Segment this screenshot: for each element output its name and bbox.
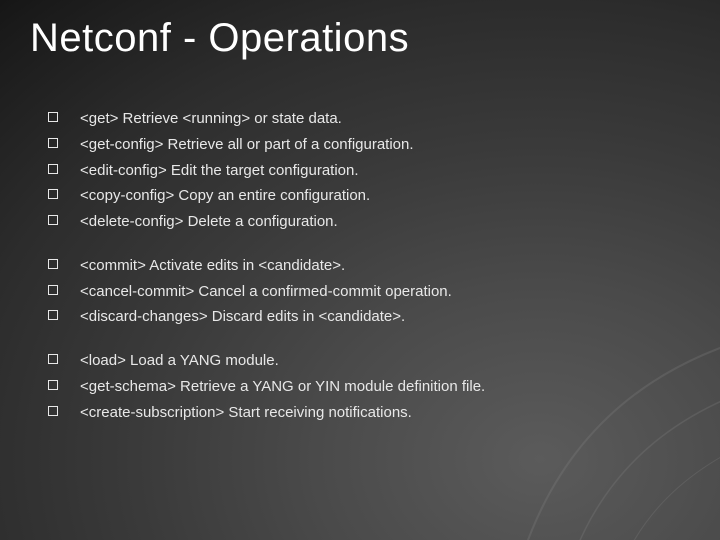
square-bullet-icon — [48, 285, 58, 295]
square-bullet-icon — [48, 215, 58, 225]
list-item: <create-subscription> Start receiving no… — [48, 402, 680, 424]
square-bullet-icon — [48, 138, 58, 148]
content-area: <get> Retrieve <running> or state data. … — [48, 108, 680, 445]
bullet-group: <get> Retrieve <running> or state data. … — [48, 108, 680, 233]
bullet-group: <commit> Activate edits in <candidate>. … — [48, 255, 680, 328]
list-item: <load> Load a YANG module. — [48, 350, 680, 372]
list-item-text: <get-schema> Retrieve a YANG or YIN modu… — [80, 376, 680, 398]
list-item-text: <copy-config> Copy an entire configurati… — [80, 185, 680, 207]
list-item-text: <load> Load a YANG module. — [80, 350, 680, 372]
list-item: <cancel-commit> Cancel a confirmed-commi… — [48, 281, 680, 303]
list-item-text: <get-config> Retrieve all or part of a c… — [80, 134, 680, 156]
square-bullet-icon — [48, 310, 58, 320]
list-item: <edit-config> Edit the target configurat… — [48, 160, 680, 182]
list-item-text: <edit-config> Edit the target configurat… — [80, 160, 680, 182]
page-title: Netconf - Operations — [30, 16, 409, 61]
list-item-text: <commit> Activate edits in <candidate>. — [80, 255, 680, 277]
list-item-text: <get> Retrieve <running> or state data. — [80, 108, 680, 130]
bullet-group: <load> Load a YANG module. <get-schema> … — [48, 350, 680, 423]
list-item-text: <delete-config> Delete a configuration. — [80, 211, 680, 233]
list-item: <delete-config> Delete a configuration. — [48, 211, 680, 233]
list-item: <get-config> Retrieve all or part of a c… — [48, 134, 680, 156]
list-item: <copy-config> Copy an entire configurati… — [48, 185, 680, 207]
list-item: <commit> Activate edits in <candidate>. — [48, 255, 680, 277]
list-item-text: <discard-changes> Discard edits in <cand… — [80, 306, 680, 328]
square-bullet-icon — [48, 406, 58, 416]
list-item-text: <cancel-commit> Cancel a confirmed-commi… — [80, 281, 680, 303]
slide: Netconf - Operations <get> Retrieve <run… — [0, 0, 720, 540]
square-bullet-icon — [48, 380, 58, 390]
list-item-text: <create-subscription> Start receiving no… — [80, 402, 680, 424]
square-bullet-icon — [48, 259, 58, 269]
list-item: <discard-changes> Discard edits in <cand… — [48, 306, 680, 328]
square-bullet-icon — [48, 164, 58, 174]
square-bullet-icon — [48, 112, 58, 122]
list-item: <get-schema> Retrieve a YANG or YIN modu… — [48, 376, 680, 398]
square-bullet-icon — [48, 354, 58, 364]
list-item: <get> Retrieve <running> or state data. — [48, 108, 680, 130]
square-bullet-icon — [48, 189, 58, 199]
